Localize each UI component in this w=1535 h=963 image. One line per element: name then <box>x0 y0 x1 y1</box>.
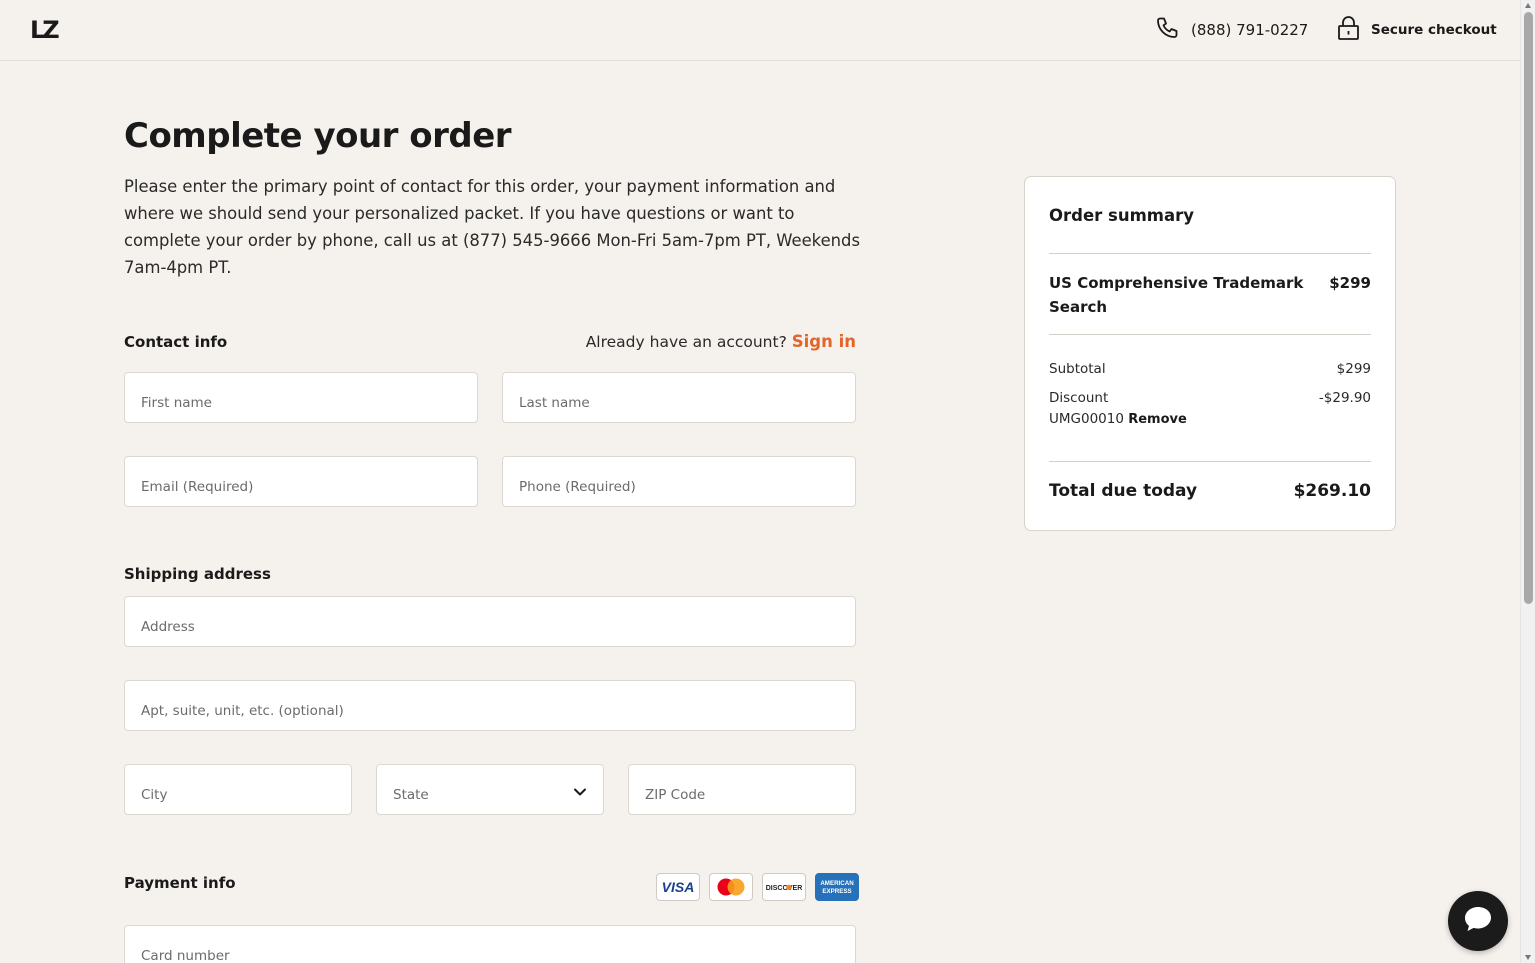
discount-code: UMG00010 <box>1049 411 1124 427</box>
svg-text:EXPRESS: EXPRESS <box>822 888 851 895</box>
chat-button[interactable] <box>1448 891 1508 951</box>
line-item-price: $299 <box>1329 274 1371 292</box>
account-prompt-text: Already have an account? <box>585 333 787 351</box>
state-placeholder: State <box>393 787 429 803</box>
lock-icon <box>1337 16 1360 44</box>
discount-code-row: UMG00010 Remove <box>1049 411 1187 427</box>
page-title: Complete your order <box>124 116 512 156</box>
address-placeholder: Address <box>141 619 195 635</box>
accepted-cards: VISA DISCOVER AMERICAN EXPRESS <box>656 873 859 901</box>
subtotal-label: Subtotal <box>1049 361 1106 377</box>
svg-text:VISA: VISA <box>662 879 695 895</box>
apt-placeholder: Apt, suite, unit, etc. (optional) <box>141 703 344 719</box>
scroll-up-icon[interactable] <box>1525 3 1531 8</box>
chevron-down-icon <box>573 782 587 801</box>
contact-info-heading: Contact info <box>124 333 228 351</box>
chat-bubble-icon <box>1463 905 1493 937</box>
first-name-field[interactable]: First name <box>124 372 478 423</box>
shipping-address-heading: Shipping address <box>124 565 271 583</box>
amex-icon: AMERICAN EXPRESS <box>815 873 859 901</box>
mastercard-icon <box>709 873 753 901</box>
intro-text: Please enter the primary point of contac… <box>124 177 861 277</box>
apt-field[interactable]: Apt, suite, unit, etc. (optional) <box>124 680 856 731</box>
divider <box>1049 334 1371 335</box>
zip-field[interactable]: ZIP Code <box>628 764 856 815</box>
logo[interactable]: LZ <box>30 16 60 44</box>
header-phone-number: (888) 791-0227 <box>1191 21 1309 39</box>
card-number-placeholder: Card number <box>141 948 230 963</box>
discount-value: -$29.90 <box>1318 390 1371 406</box>
account-prompt: Already have an account? Sign in <box>586 332 856 351</box>
secure-checkout-indicator: Secure checkout <box>1337 16 1497 44</box>
city-field[interactable]: City <box>124 764 352 815</box>
zip-placeholder: ZIP Code <box>645 787 706 803</box>
total-value: $269.10 <box>1293 481 1371 501</box>
secure-checkout-label: Secure checkout <box>1371 22 1497 38</box>
discount-label: Discount <box>1049 390 1109 406</box>
last-name-field[interactable]: Last name <box>502 372 856 423</box>
remove-discount-link[interactable]: Remove <box>1128 412 1187 427</box>
order-summary-title: Order summary <box>1049 206 1195 225</box>
scroll-down-icon[interactable] <box>1525 955 1531 960</box>
divider <box>1049 461 1371 462</box>
total-label: Total due today <box>1049 481 1198 501</box>
address-field[interactable]: Address <box>124 596 856 647</box>
state-select[interactable]: State <box>376 764 604 815</box>
sign-in-link[interactable]: Sign in <box>792 332 856 351</box>
phone-field[interactable]: Phone (Required) <box>502 456 856 507</box>
email-placeholder: Email (Required) <box>141 479 254 495</box>
city-placeholder: City <box>141 787 168 803</box>
header-phone-link[interactable]: (888) 791-0227 <box>1155 16 1309 44</box>
line-item-name: US Comprehensive Trademark Search <box>1049 274 1304 316</box>
visa-icon: VISA <box>656 873 700 901</box>
order-summary-panel: Order summary US Comprehensive Trademark… <box>1024 176 1396 531</box>
email-field[interactable]: Email (Required) <box>124 456 478 507</box>
discover-icon: DISCOVER <box>762 873 806 901</box>
divider <box>1049 253 1371 254</box>
subtotal-value: $299 <box>1336 361 1371 377</box>
site-header: LZ (888) 791-0227 Secure checkout <box>0 0 1520 61</box>
last-name-placeholder: Last name <box>519 395 590 411</box>
phone-placeholder: Phone (Required) <box>519 479 636 495</box>
card-number-field[interactable]: Card number <box>124 925 856 963</box>
svg-text:DISCOVER: DISCOVER <box>766 885 803 892</box>
phone-icon <box>1155 16 1179 44</box>
page-scrollbar[interactable] <box>1520 0 1535 963</box>
scrollbar-thumb[interactable] <box>1524 12 1533 604</box>
payment-info-heading: Payment info <box>124 874 236 892</box>
svg-text:AMERICAN: AMERICAN <box>820 880 854 887</box>
first-name-placeholder: First name <box>141 395 212 411</box>
